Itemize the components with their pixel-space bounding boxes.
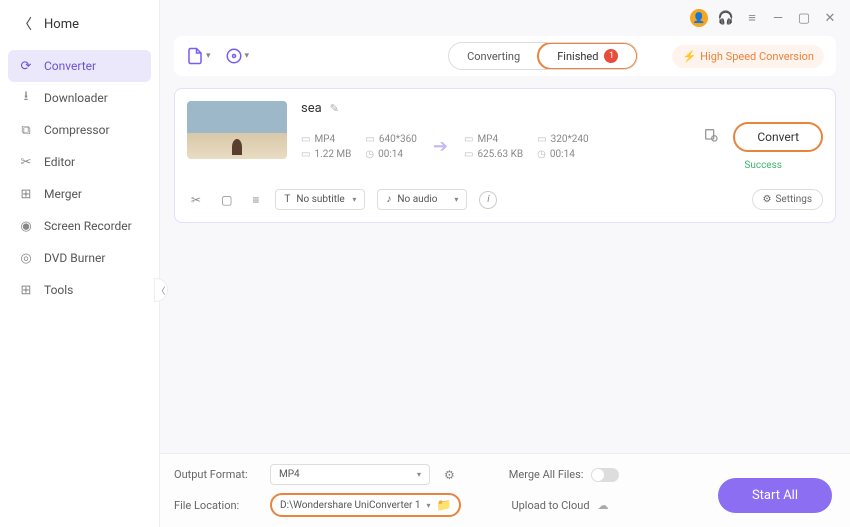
headset-icon[interactable]: 🎧 [718,10,734,26]
video-icon: ▭ [464,134,473,145]
output-format-select[interactable]: MP4 ▾ [270,464,430,485]
output-format-label: Output Format: [174,468,260,481]
home-label: Home [44,17,79,32]
folder-icon[interactable]: 📁 [437,498,452,512]
sidebar-item-label: Downloader [44,91,108,105]
compress-icon: ⧉ [18,122,34,138]
avatar[interactable]: 👤 [690,9,708,27]
sidebar-item-tools[interactable]: ⊞ Tools [8,274,151,306]
start-all-button[interactable]: Start All [718,478,832,513]
menu-icon[interactable]: ≡ [744,10,760,26]
status-tabs: Converting Finished 1 [448,42,638,70]
audio-select[interactable]: ♪ No audio ▾ [377,189,467,210]
merge-toggle[interactable] [591,468,619,482]
editor-icon: ✂ [18,154,34,170]
recorder-icon: ◉ [18,218,34,234]
close-icon[interactable]: ✕ [822,10,838,26]
high-speed-conversion[interactable]: ⚡ High Speed Conversion [672,45,824,68]
file-location-select[interactable]: D:\Wondershare UniConverter 1 ▾ 📁 [270,493,461,517]
effect-icon[interactable]: ≡ [248,191,263,209]
sidebar-item-screen-recorder[interactable]: ◉ Screen Recorder [8,210,151,242]
gear-icon: ⚙ [763,194,772,205]
duration-icon: ◷ [537,149,546,160]
cloud-icon[interactable]: ☁ [598,499,609,512]
video-thumbnail[interactable] [187,101,287,159]
resolution-icon: ▭ [537,134,546,145]
sidebar-item-label: Compressor [44,123,110,137]
crop-icon[interactable]: ▢ [217,191,236,209]
chevron-down-icon: ▾ [352,195,356,204]
subtitle-icon: T [284,194,290,205]
tab-label: Finished [557,50,598,63]
tools-icon: ⊞ [18,282,34,298]
bolt-icon: ⚡ [682,50,696,63]
source-meta: ▭MP4 ▭640*360 ▭1.22 MB ◷00:14 [301,134,417,160]
output-settings-gear-icon[interactable]: ⚙ [440,466,459,484]
download-icon: ⭳ [18,90,34,106]
task-title: sea [301,101,322,116]
sidebar-item-downloader[interactable]: ⭳ Downloader [8,82,151,114]
arrow-icon: ➔ [433,136,448,157]
resolution-icon: ▭ [365,134,374,145]
file-location-label: File Location: [174,499,260,512]
chevron-down-icon: ▾ [454,195,458,204]
maximize-icon[interactable]: ▢ [796,10,812,26]
sidebar-item-converter[interactable]: ⟳ Converter [8,50,151,82]
sidebar-item-dvd-burner[interactable]: ◎ DVD Burner [8,242,151,274]
sidebar-item-label: Converter [44,59,96,73]
add-file-button[interactable]: ▾ [186,47,211,65]
convert-button[interactable]: Convert [733,122,823,152]
subtitle-select[interactable]: T No subtitle ▾ [275,189,365,210]
target-meta: ▭MP4 ▭320*240 ▭625.63 KB ◷00:14 [464,134,589,160]
chevron-down-icon: ▾ [417,470,421,479]
finished-badge: 1 [604,49,618,63]
size-icon: ▭ [301,149,310,160]
sidebar-item-compressor[interactable]: ⧉ Compressor [8,114,151,146]
task-status: Success [744,160,782,171]
chevron-down-icon: ▾ [427,501,431,510]
upload-cloud-label: Upload to Cloud [511,499,589,512]
dvd-icon: ◎ [18,250,34,266]
duration-icon: ◷ [365,149,374,160]
sidebar-item-label: Screen Recorder [44,219,132,233]
minimize-icon[interactable]: — [770,10,786,26]
size-icon: ▭ [464,149,473,160]
video-icon: ▭ [301,134,310,145]
converter-icon: ⟳ [18,58,34,74]
tab-label: Converting [467,50,520,63]
edit-title-icon[interactable]: ✎ [330,102,339,115]
merger-icon: ⊞ [18,186,34,202]
sidebar-item-merger[interactable]: ⊞ Merger [8,178,151,210]
sidebar-item-label: Editor [44,155,75,169]
merge-label: Merge All Files: [509,468,584,481]
sidebar-item-label: DVD Burner [44,251,105,265]
audio-icon: ♪ [386,194,391,205]
task-card: sea ✎ ▭MP4 ▭640*360 ▭1.22 MB ◷00:14 ➔ ▭M… [174,88,836,223]
hsc-label: High Speed Conversion [700,50,814,63]
add-dvd-button[interactable]: ▾ [225,47,250,65]
sidebar-item-editor[interactable]: ✂ Editor [8,146,151,178]
output-settings-icon[interactable] [703,127,719,147]
task-settings-button[interactable]: ⚙ Settings [752,189,823,210]
sidebar-item-label: Merger [44,187,82,201]
tab-converting[interactable]: Converting [449,43,538,69]
trim-icon[interactable]: ✂ [187,191,205,209]
tab-finished[interactable]: Finished 1 [537,42,638,70]
back-icon[interactable]: 〈 [18,14,32,34]
info-icon[interactable]: i [479,191,497,209]
sidebar-item-label: Tools [44,283,73,297]
